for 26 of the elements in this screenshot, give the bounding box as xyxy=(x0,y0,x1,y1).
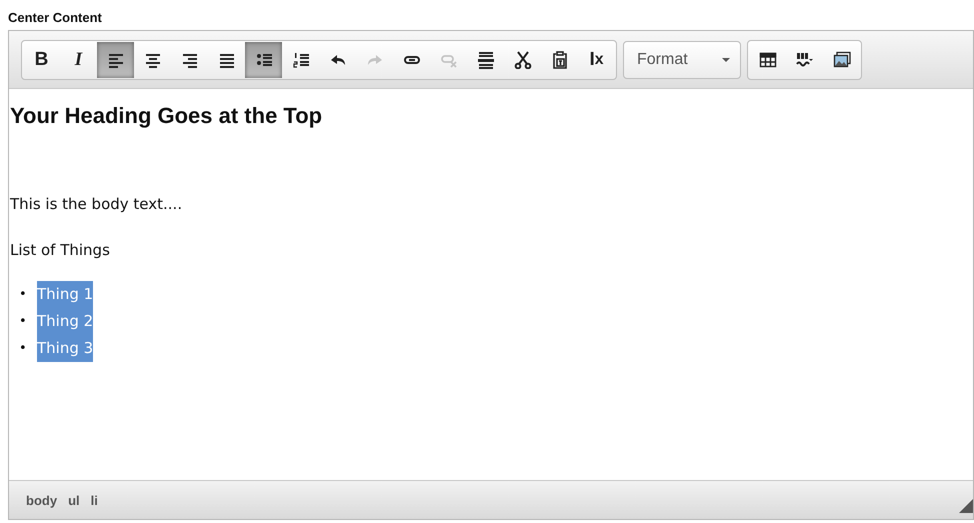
image-icon xyxy=(832,50,850,68)
body-text: List of Things xyxy=(10,241,111,259)
table-icon xyxy=(758,50,776,68)
caret-icon xyxy=(722,58,730,62)
numbered-list-icon xyxy=(292,50,310,68)
scissors-icon xyxy=(514,50,532,68)
heading: Your Heading Goes at the Top xyxy=(10,103,324,129)
element-path-item[interactable]: ul xyxy=(68,492,80,508)
field-label: Center Content xyxy=(7,9,103,27)
horizontal-rule-icon xyxy=(476,50,494,68)
element-path-item[interactable]: li xyxy=(90,492,98,508)
list-item: Thing 1 xyxy=(37,281,94,308)
element-path-item[interactable]: body xyxy=(26,492,58,508)
bullet: • xyxy=(19,340,28,358)
align-left-button[interactable] xyxy=(97,42,134,78)
bullet: • xyxy=(19,286,28,304)
format-dropdown[interactable]: Format xyxy=(623,40,741,78)
body-text: This is the body text.... xyxy=(10,195,184,213)
clipboard-icon xyxy=(550,50,568,68)
list-item: Thing 2 xyxy=(37,308,94,335)
bullet-list-button[interactable] xyxy=(245,42,282,78)
italic-button[interactable]: I xyxy=(60,42,97,78)
bullet: • xyxy=(19,313,28,331)
list-item: Thing 3 xyxy=(37,335,94,362)
resize-grip-icon[interactable] xyxy=(959,499,973,513)
bold-button[interactable]: B xyxy=(23,42,60,78)
